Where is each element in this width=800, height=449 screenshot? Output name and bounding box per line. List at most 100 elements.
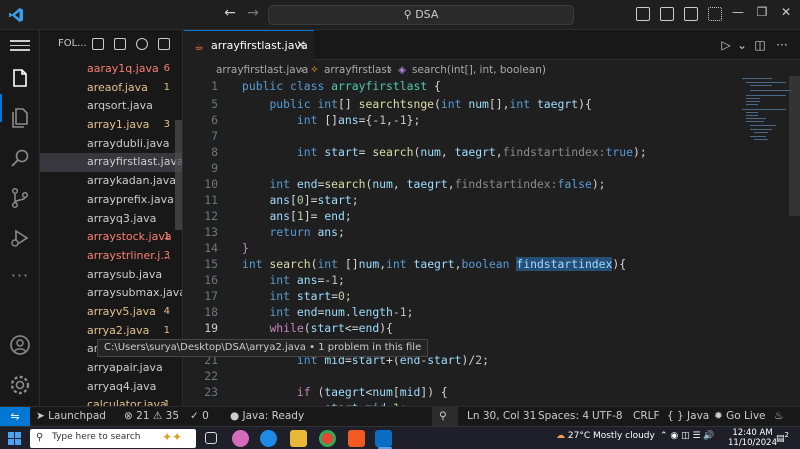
file-item[interactable]: arraystrliner.j... 3 <box>40 247 182 266</box>
ports-item[interactable]: ✓ 0 <box>190 407 209 426</box>
file-item[interactable]: arraysubmax.java <box>40 284 182 303</box>
language-mode[interactable]: { } Java <box>667 407 709 426</box>
file-item[interactable]: arraykadan.java <box>40 172 182 191</box>
brave-browser-icon[interactable] <box>348 430 365 447</box>
new-file-icon[interactable] <box>92 38 104 50</box>
file-item[interactable]: arrya2.java 1 <box>40 322 182 341</box>
line-number: 9 <box>211 161 218 175</box>
toggle-panel-icon[interactable] <box>660 7 674 21</box>
code-line: ans[1]= end; <box>269 209 352 223</box>
editor-scroll-thumb[interactable] <box>789 76 800 216</box>
notifications-bell-icon[interactable]: ♨ <box>774 407 783 426</box>
run-dropdown-icon[interactable]: ⌄ <box>734 38 750 52</box>
edge-browser-icon[interactable] <box>260 430 277 447</box>
toggle-sidebar-icon[interactable] <box>636 7 650 21</box>
editor-scrollbar[interactable] <box>789 76 800 406</box>
windows-start-icon[interactable] <box>8 432 21 445</box>
language-label: Java <box>687 410 710 422</box>
file-item[interactable]: arrayq3.java <box>40 210 182 229</box>
code-line: ans[0]=start; <box>269 193 359 207</box>
code-line: return ans; <box>269 225 345 239</box>
line-ending[interactable]: CRLF <box>633 407 660 426</box>
file-name: areaof.java <box>87 80 148 94</box>
account-icon[interactable] <box>8 333 32 357</box>
notification-count: 2 <box>784 431 789 439</box>
encoding[interactable]: UTF-8 <box>592 407 623 426</box>
line-number: 19 <box>204 321 218 335</box>
file-item[interactable]: calculator.java 1 <box>40 396 182 406</box>
indentation[interactable]: Spaces: 4 <box>538 407 589 426</box>
more-actions-icon[interactable]: ··· <box>774 38 790 52</box>
toggle-secondary-sidebar-icon[interactable] <box>684 7 698 21</box>
java-status-item[interactable]: ● Java: Ready <box>230 407 304 426</box>
vscode-logo-icon[interactable] <box>8 7 24 23</box>
file-item[interactable]: arraysub.java <box>40 266 182 285</box>
taskbar-clock[interactable]: 12:40 AM 11/10/2024 <box>728 428 777 448</box>
file-explorer-icon[interactable] <box>290 430 307 447</box>
tab-arrayfirstlast[interactable]: ☕ arrayfirstlast.java ✕ <box>184 30 314 60</box>
task-view-icon[interactable] <box>205 432 217 444</box>
file-item[interactable]: arryaq4.java <box>40 378 182 397</box>
forward-arrow-icon[interactable]: → <box>243 5 263 21</box>
file-name: arraykadan.java <box>87 174 176 188</box>
problem-badge: 3 <box>163 249 170 261</box>
file-name: arraysub.java <box>87 267 163 281</box>
chrome-browser-icon[interactable] <box>319 430 336 447</box>
sidebar-scrollbar[interactable] <box>175 120 182 230</box>
file-item[interactable]: array1.java 3 <box>40 116 182 135</box>
line-number: 8 <box>211 145 218 159</box>
taskbar-search[interactable]: ⚲ Type here to search ✦✦ <box>30 429 196 448</box>
menu-icon[interactable] <box>10 38 30 52</box>
close-tab-icon[interactable]: ✕ <box>296 38 306 52</box>
file-item[interactable]: arrayv5.java 4 <box>40 303 182 322</box>
file-item[interactable]: aaray1q.java 6 <box>40 60 182 79</box>
customize-layout-icon[interactable] <box>708 7 722 21</box>
cursor-position[interactable]: Ln 30, Col 31 <box>467 407 536 426</box>
files-icon[interactable] <box>8 106 32 130</box>
file-item[interactable]: arrayprefix.java <box>40 191 182 210</box>
refresh-icon[interactable] <box>136 38 148 50</box>
vscode-taskbar-icon[interactable] <box>375 430 392 447</box>
new-folder-icon[interactable] <box>114 38 126 50</box>
back-arrow-icon[interactable]: ← <box>220 5 240 21</box>
settings-gear-icon[interactable] <box>8 373 32 397</box>
restore-icon[interactable]: ❐ <box>752 5 772 19</box>
go-live-item[interactable]: ✹ Go Live <box>714 407 766 426</box>
command-center-search[interactable]: ⚲ DSA <box>268 5 574 25</box>
problems-item[interactable]: ⊗ 21 ⚠ 35 <box>124 407 179 426</box>
zoom-item[interactable]: ⚲ <box>432 407 458 427</box>
notification-center-icon[interactable]: ▤2 <box>776 431 789 444</box>
copilot-app-icon[interactable] <box>232 430 249 447</box>
explorer-icon[interactable] <box>8 66 32 90</box>
run-debug-icon[interactable] <box>8 226 32 250</box>
search-icon[interactable] <box>8 146 32 170</box>
more-icon[interactable]: ··· <box>8 266 32 285</box>
file-item[interactable]: arryapair.java <box>40 359 182 378</box>
file-item[interactable]: arraystock.java 1 <box>40 228 182 247</box>
file-item[interactable]: arraydubli.java <box>40 135 182 154</box>
line-number: 5 <box>211 97 218 111</box>
problem-badge: 3 <box>163 119 170 131</box>
file-item[interactable]: areaof.java 1 <box>40 79 182 98</box>
split-editor-icon[interactable]: ◫ <box>752 38 768 52</box>
go-live-icon: ✹ <box>714 410 723 422</box>
line-number: 6 <box>211 113 218 127</box>
go-live-label: Go Live <box>726 410 766 422</box>
run-icon[interactable]: ▷ <box>718 38 734 52</box>
file-name: calculator.java <box>87 398 167 406</box>
broadcast-icon: ✓ <box>190 410 199 422</box>
file-name: arraystrliner.j... <box>87 248 171 262</box>
tab-bar: ☕ arrayfirstlast.java ✕ ▷ ⌄ ◫ ··· <box>184 30 800 60</box>
code-line: if (taegrt<num[mid]) { <box>296 385 448 399</box>
weather-widget[interactable]: ☁ 27°C Mostly cloudy <box>556 431 655 441</box>
file-item[interactable]: arrayfirstlast.java <box>40 153 182 173</box>
source-control-icon[interactable] <box>8 186 32 210</box>
tab-label: arrayfirstlast.java <box>211 39 308 52</box>
remote-icon[interactable]: ⇋ <box>0 407 30 427</box>
minimize-icon[interactable]: — <box>728 5 748 19</box>
file-item[interactable]: arqsort.java <box>40 97 182 116</box>
system-tray-icons[interactable]: ⌃ ◉ ◫ ☰ 🔊 <box>660 431 715 441</box>
launchpad-item[interactable]: ➤ Launchpad <box>36 407 106 426</box>
collapse-all-icon[interactable] <box>158 38 170 50</box>
close-window-icon[interactable]: ✕ <box>776 5 796 19</box>
